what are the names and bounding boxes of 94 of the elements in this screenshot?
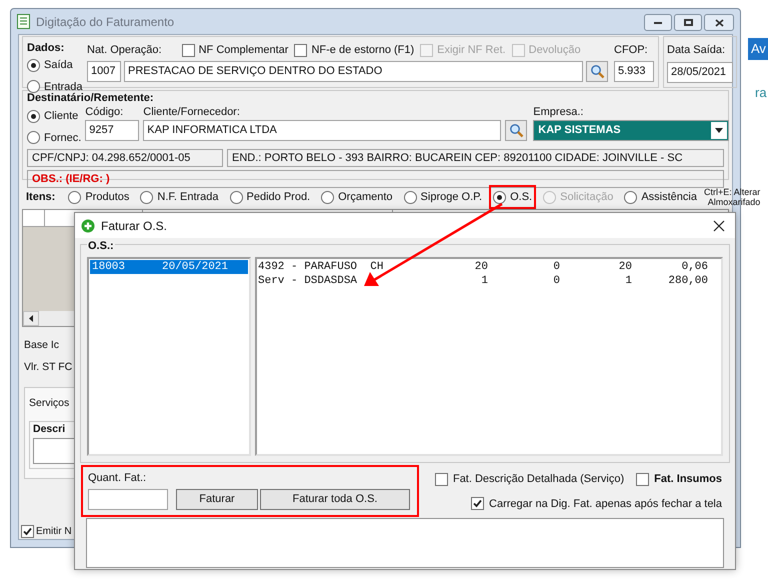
document-icon xyxy=(17,14,30,29)
cfop-field[interactable]: 5.933 xyxy=(614,61,654,82)
radio-label: Entrada xyxy=(44,80,83,92)
list-cell-text: 4392 - PARAFUSO CH xyxy=(258,260,384,274)
operation-field[interactable]: PRESTACAO DE SERVIÇO DENTRO DO ESTADO xyxy=(124,61,583,82)
radio-label[interactable]: O.S. xyxy=(510,188,532,206)
list-cell-text: 280,00 xyxy=(667,274,708,288)
radio-button[interactable] xyxy=(27,110,40,123)
notes-info: OBS.: (IE/RG: ) xyxy=(27,170,724,188)
radio-label[interactable]: N.F. Entrada xyxy=(157,188,219,206)
group-label: Dados: xyxy=(27,41,66,55)
invoice-button[interactable]: Faturar toda O.S. xyxy=(260,488,410,510)
field-label: Empresa.: xyxy=(533,105,584,120)
checkbox[interactable] xyxy=(182,44,195,56)
radio-label[interactable]: Produtos xyxy=(85,188,130,206)
radio-button[interactable] xyxy=(624,190,638,204)
group-label: Itens: xyxy=(26,190,56,205)
field-label: Código: xyxy=(85,105,124,120)
description-field[interactable] xyxy=(33,438,75,464)
radio-label[interactable]: Pedido Prod. xyxy=(246,188,310,206)
side-button[interactable]: Av xyxy=(748,38,768,60)
radio-button[interactable] xyxy=(140,190,154,204)
list-cell-text: 0,06 xyxy=(680,260,708,274)
radio-button[interactable] xyxy=(493,190,506,204)
total-label: Base Ic xyxy=(24,338,60,353)
company-dropdown[interactable]: KAP SISTEMAS xyxy=(533,120,730,141)
side-link[interactable]: ra xyxy=(755,83,767,102)
dialog-title: Faturar O.S. xyxy=(101,218,168,234)
field-label: Data Saída: xyxy=(667,43,726,58)
checkbox-label: Devolução xyxy=(528,42,581,58)
radio-button[interactable] xyxy=(27,131,40,144)
field-label: Nat. Operação: xyxy=(87,42,162,58)
maximize-button[interactable] xyxy=(674,14,702,31)
radio-label: Saída xyxy=(44,58,73,73)
list-cell-text: 20 xyxy=(618,260,632,274)
dropdown-arrow-icon xyxy=(715,128,724,133)
checkbox-label: Emitir N xyxy=(36,524,72,538)
os-list-item[interactable]: 18003 20/05/2021 xyxy=(90,260,248,274)
quantity-field[interactable] xyxy=(88,488,168,510)
checkbox-label: Exigir NF Ret. xyxy=(437,42,506,58)
client-field[interactable]: KAP INFORMATICA LTDA xyxy=(143,120,502,141)
checkbox-label: Fat. Insumos xyxy=(654,472,722,487)
check-icon xyxy=(23,526,32,536)
checkbox[interactable] xyxy=(636,472,650,486)
operation-code-field[interactable]: 1007 xyxy=(87,61,121,82)
address-info: END.: PORTO BELO - 393 BAIRRO: BUCAREIN CEP: 89201100 CIDADE: JOINVILLE - SC xyxy=(227,149,724,167)
radio-button[interactable] xyxy=(404,190,417,204)
radio-button[interactable] xyxy=(27,80,40,94)
radio-label[interactable]: Assistência xyxy=(641,188,697,206)
notes-field[interactable] xyxy=(86,518,724,568)
checkbox[interactable] xyxy=(434,472,448,486)
checkbox[interactable] xyxy=(294,44,308,56)
radio-button[interactable] xyxy=(321,190,334,204)
radio-label: Cliente xyxy=(44,109,78,124)
checkbox[interactable] xyxy=(21,524,34,538)
list-cell-text: 1 xyxy=(480,274,488,288)
close-button[interactable] xyxy=(704,14,734,31)
radio-label[interactable]: Orçamento xyxy=(338,188,393,206)
section-label: Descri xyxy=(33,422,66,438)
document-info: CPF/CNPJ: 04.298.652/0001-05 xyxy=(27,149,223,167)
checkbox[interactable] xyxy=(471,497,484,510)
close-icon xyxy=(713,220,725,232)
radio-label: Fornec. xyxy=(44,130,82,146)
field-label: CFOP: xyxy=(614,43,649,58)
check-icon xyxy=(473,499,482,508)
window-title: Digitação do Faturamento xyxy=(36,14,174,30)
radio-label[interactable]: Siproge O.P. xyxy=(420,188,482,206)
list-cell-text: 0 xyxy=(552,274,560,288)
checkbox-label: NF Complementar xyxy=(198,42,288,58)
radio-button[interactable] xyxy=(68,190,82,204)
list-cell-text: 1 xyxy=(624,274,632,288)
radio-button[interactable] xyxy=(27,58,40,72)
tab[interactable]: Serviços xyxy=(29,396,69,412)
list-cell-text: Serv - DSDASDSA xyxy=(258,274,358,288)
total-label: Vlr. ST FC xyxy=(24,360,74,375)
field-label: Quant. Fat.: xyxy=(88,471,148,486)
date-field[interactable]: 28/05/2021 xyxy=(667,62,733,82)
close-icon xyxy=(714,18,724,26)
add-icon xyxy=(81,218,95,232)
checkbox-label: Fat. Descrição Detalhada (Serviço) xyxy=(452,472,624,487)
list-cell-text: 0 xyxy=(552,260,560,274)
scroll-left-button[interactable] xyxy=(23,311,39,326)
left-arrow-icon xyxy=(29,315,33,322)
invoice-button[interactable]: Faturar xyxy=(176,488,258,510)
group-label: Destinatário/Remetente: xyxy=(27,91,155,104)
list-cell-text: 20 xyxy=(474,260,488,274)
minimize-button[interactable] xyxy=(644,14,672,31)
search-button[interactable] xyxy=(586,61,608,82)
search-button[interactable] xyxy=(505,120,528,141)
radio-button[interactable] xyxy=(230,190,243,204)
field-label: Cliente/Fornecedor: xyxy=(143,105,241,120)
checkbox-label: NF-e de estorno (F1) xyxy=(311,42,414,58)
checkbox-label: Carregar na Dig. Fat. apenas após fechar a tela xyxy=(489,496,722,512)
code-field[interactable]: 9257 xyxy=(85,120,140,141)
